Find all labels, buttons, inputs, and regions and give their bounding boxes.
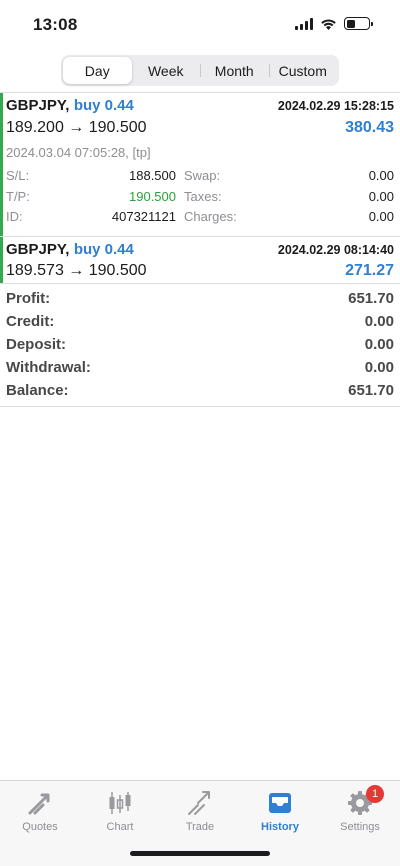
- charges-value: 0.00: [368, 209, 394, 224]
- tab-history[interactable]: History: [240, 789, 320, 835]
- profit-value: 651.70: [348, 290, 394, 307]
- buy-indicator: [0, 237, 3, 283]
- tab-week[interactable]: Week: [132, 57, 201, 84]
- tab-chart-label: Chart: [106, 821, 134, 833]
- trade-prices: 189.200 → 190.500: [6, 119, 147, 136]
- sl-value: 188.500: [129, 168, 176, 183]
- tab-history-label: History: [261, 821, 299, 833]
- tab-chart[interactable]: Chart: [80, 789, 160, 835]
- settings-notification-badge: 1: [366, 785, 384, 803]
- tab-trade[interactable]: Trade: [160, 789, 240, 835]
- period-segmented-control: Day Week Month Custom: [61, 55, 339, 86]
- withdrawal-value: 0.00: [364, 359, 394, 376]
- taxes-label: Taxes:: [184, 189, 222, 204]
- id-value: 407321121: [111, 209, 176, 224]
- sl-label: S/L:: [6, 168, 30, 183]
- tab-settings[interactable]: 1 Settings: [320, 785, 400, 835]
- trade-symbol: GBPJPY,: [6, 97, 70, 114]
- credit-value: 0.00: [364, 313, 394, 330]
- balance-label: Balance:: [6, 382, 69, 399]
- tab-month[interactable]: Month: [200, 57, 269, 84]
- cellular-signal-icon: [295, 17, 313, 30]
- divider: [0, 283, 400, 284]
- battery-icon: [344, 17, 373, 30]
- tp-label: T/P:: [6, 189, 30, 204]
- trade-row[interactable]: GBPJPY, buy 0.44 2024.02.29 15:28:15 189…: [0, 93, 400, 236]
- status-time: 13:08: [33, 15, 78, 34]
- tab-quotes[interactable]: Quotes: [0, 789, 80, 835]
- history-icon: [269, 793, 291, 813]
- charges-label: Charges:: [184, 209, 237, 224]
- trade-icon: [188, 791, 210, 815]
- balance-value: 651.70: [348, 382, 394, 399]
- tp-value: 190.500: [129, 189, 176, 204]
- trade-open-time: 2024.02.29 15:28:15: [277, 99, 394, 113]
- profit-label: Profit:: [6, 290, 51, 307]
- tab-day[interactable]: Day: [63, 57, 132, 84]
- id-label: ID:: [6, 209, 23, 224]
- trade-side: buy 0.44: [73, 241, 134, 258]
- home-indicator: [130, 851, 270, 856]
- quotes-icon: [28, 793, 50, 815]
- trade-row[interactable]: GBPJPY, buy 0.44 2024.02.29 08:14:40 189…: [0, 237, 400, 283]
- trade-open-time: 2024.02.29 08:14:40: [277, 243, 394, 257]
- trade-prices: 189.573 → 190.500: [6, 262, 147, 279]
- deposit-label: Deposit:: [6, 336, 66, 353]
- tab-trade-label: Trade: [185, 821, 215, 833]
- tab-quotes-label: Quotes: [22, 821, 58, 833]
- trade-close-info: 2024.03.04 07:05:28, [tp]: [6, 145, 151, 160]
- credit-label: Credit:: [6, 313, 55, 330]
- buy-indicator: [0, 93, 3, 236]
- tab-settings-label: Settings: [340, 821, 380, 833]
- swap-value: 0.00: [368, 168, 394, 183]
- trade-side: buy 0.44: [73, 97, 134, 114]
- wifi-icon: [321, 18, 336, 30]
- trade-symbol: GBPJPY,: [6, 241, 70, 258]
- trade-profit: 380.43: [345, 119, 394, 136]
- status-icons: [295, 17, 373, 30]
- swap-label: Swap:: [184, 168, 221, 183]
- status-bar: 13:08: [0, 0, 400, 50]
- trade-profit: 271.27: [345, 262, 394, 279]
- deposit-value: 0.00: [364, 336, 394, 353]
- tab-custom[interactable]: Custom: [268, 57, 338, 84]
- chart-icon: [109, 792, 131, 814]
- divider: [0, 406, 400, 407]
- taxes-value: 0.00: [368, 189, 394, 204]
- withdrawal-label: Withdrawal:: [6, 359, 91, 376]
